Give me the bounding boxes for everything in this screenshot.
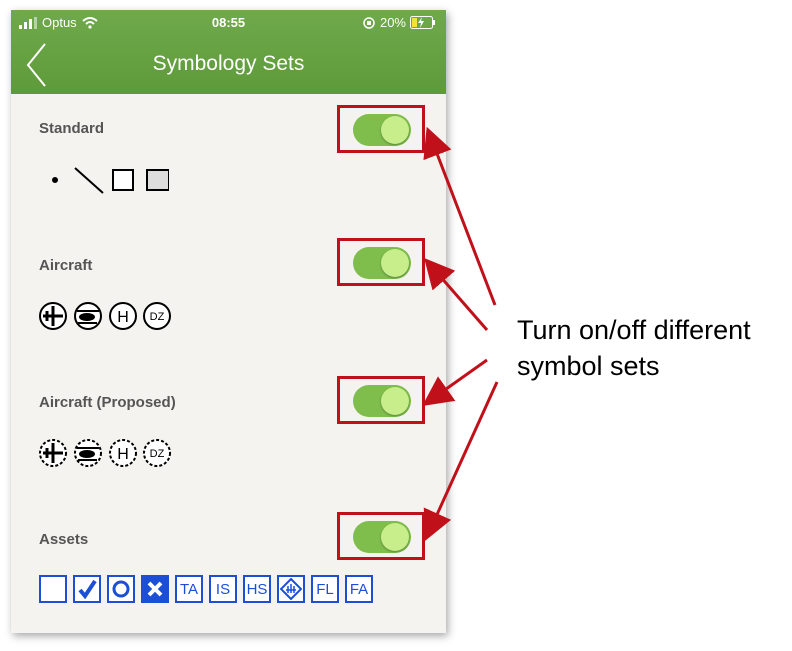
- callout-line-2: symbol sets: [517, 351, 660, 381]
- annotation-callout: Turn on/off different symbol sets: [517, 312, 751, 384]
- arrow-to-standard: [423, 126, 497, 306]
- arrow-to-assets: [423, 381, 499, 541]
- callout-line-1: Turn on/off different: [517, 315, 751, 345]
- arrow-to-aircraft: [424, 257, 489, 331]
- arrow-to-aircraft-proposed: [422, 358, 488, 406]
